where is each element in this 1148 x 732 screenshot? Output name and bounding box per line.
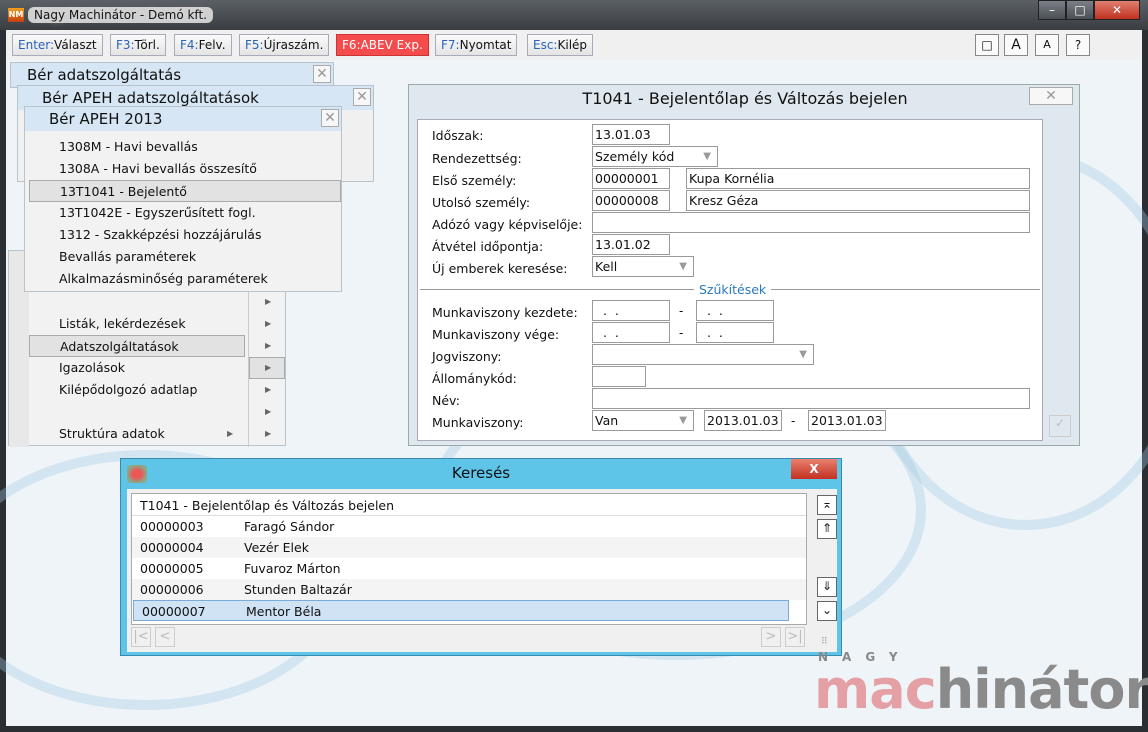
f4-add-button[interactable]: F4:Felv. xyxy=(174,34,232,56)
ok-check-button[interactable]: ✓ xyxy=(1049,415,1071,437)
first-page-button[interactable]: |< xyxy=(131,627,151,647)
menu-item-1312[interactable]: 1312 - Szakképzési hozzájárulás xyxy=(29,224,341,246)
scroll-page-up-button[interactable]: ⇑ xyxy=(817,519,837,539)
close-icon[interactable]: ✕ xyxy=(353,88,371,106)
window-mode-button[interactable]: □ xyxy=(975,34,999,56)
resize-grip-icon[interactable]: ⠿ xyxy=(821,637,828,647)
f7-print-button[interactable]: F7:Nyomtat xyxy=(435,34,518,56)
maximize-button[interactable]: □ xyxy=(1066,0,1094,20)
list-item[interactable]: 00000005 Fuvaroz Márton xyxy=(132,558,806,579)
minimize-button[interactable]: – xyxy=(1038,0,1066,20)
window-title: Nagy Machinátor - Demó kft. xyxy=(28,7,213,23)
chevron-right-icon: ▶ xyxy=(265,341,272,350)
toolbar: Enter:Választ F3:Törl. F4:Felv. F5:Újras… xyxy=(6,30,1142,60)
title-bar: NM Nagy Machinátor - Demó kft. – □ ✕ xyxy=(0,0,1148,30)
search-dialog: Keresés X T1041 - Bejelentőlap és Változ… xyxy=(120,458,842,656)
menu-item-lists[interactable]: Listák, lekérdezések xyxy=(9,313,247,335)
results-list: T1041 - Bejelentőlap és Változás bejelen… xyxy=(131,493,807,625)
chevron-right-icon: ▶ xyxy=(265,407,272,416)
client-area: Enter:Választ F3:Törl. F4:Felv. F5:Újras… xyxy=(0,30,1148,726)
form-window: T1041 - Bejelentőlap és Változás bejelen… xyxy=(408,84,1080,446)
esc-exit-button[interactable]: Esc:Kilép xyxy=(527,34,594,56)
chevron-right-icon: ▶ xyxy=(265,429,272,438)
font-smaller-button[interactable]: A xyxy=(1035,34,1059,56)
list-item[interactable]: 00000004 Vezér Elek xyxy=(132,537,806,558)
close-icon[interactable]: ✕ xyxy=(313,65,331,83)
close-button[interactable]: ✕ xyxy=(1094,0,1140,20)
list-item[interactable]: 00000006 Stunden Baltazár xyxy=(132,579,806,600)
prev-page-button[interactable]: < xyxy=(155,627,175,647)
menu-item-13t1042e[interactable]: 13T1042E - Egyszerűsített fogl. xyxy=(29,202,341,224)
scroll-top-button[interactable]: ⌅ xyxy=(817,495,837,515)
scroll-page-down-button[interactable]: ⇓ xyxy=(817,577,837,597)
last-page-button[interactable]: >| xyxy=(785,627,805,647)
chevron-right-icon: ▶ xyxy=(265,297,272,306)
menu-item-1308a[interactable]: 1308A - Havi bevallás összesítő xyxy=(29,158,341,180)
list-item[interactable]: 00000003 Faragó Sándor xyxy=(132,516,806,537)
next-page-button[interactable]: > xyxy=(761,627,781,647)
f5-recalc-button[interactable]: F5:Újraszám. xyxy=(239,34,330,56)
menu-item-leaving-employee[interactable]: Kilépődolgozó adatlap xyxy=(9,379,247,401)
close-icon[interactable]: ✕ xyxy=(321,109,339,127)
scroll-bottom-button[interactable]: ⌄ xyxy=(817,601,837,621)
enter-select-button[interactable]: Enter:Választ xyxy=(12,34,103,56)
menu-item-certificates[interactable]: Igazolások xyxy=(9,357,247,379)
menu-item-1308m[interactable]: 1308M - Havi bevallás xyxy=(29,136,341,158)
brand-logo: machinátor xyxy=(814,658,1148,721)
menu-panel-apeh-2013: Bér APEH 2013 ✕ 1308M - Havi bevallás 13… xyxy=(24,106,342,292)
search-title: Keresés xyxy=(451,464,511,482)
chevron-right-icon: ▶ xyxy=(265,319,272,328)
font-larger-button[interactable]: A xyxy=(1004,34,1028,56)
app-logo-icon: NM xyxy=(8,8,24,22)
f3-delete-button[interactable]: F3:Törl. xyxy=(110,34,166,56)
chevron-right-icon: ▶ xyxy=(265,385,272,394)
menu-item-structure[interactable]: Struktúra adatok xyxy=(9,423,247,445)
help-button[interactable]: ? xyxy=(1066,34,1090,56)
chevron-right-icon: ▶ xyxy=(265,363,272,372)
menu-item-data-services[interactable]: Adatszolgáltatások xyxy=(29,335,245,357)
f6-abev-export-button[interactable]: F6:ABEV Exp. xyxy=(336,34,429,56)
panel-title: Bér adatszolgáltatás xyxy=(11,63,333,87)
panel-title: Bér APEH 2013 xyxy=(25,107,341,131)
menu-item-bevallas-param[interactable]: Bevallás paraméterek xyxy=(29,246,341,268)
list-header: T1041 - Bejelentőlap és Változás bejelen xyxy=(140,498,395,513)
list-item-selected[interactable]: 00000007 Mentor Béla xyxy=(133,600,789,621)
form-title: T1041 - Bejelentőlap és Változás bejelen xyxy=(582,89,908,108)
menu-item-alkalmazas-param[interactable]: Alkalmazásminőség paraméterek xyxy=(29,268,341,290)
search-close-button[interactable]: X xyxy=(791,459,837,479)
chevron-right-icon: ▶ xyxy=(227,429,234,438)
menu-item-13t1041[interactable]: 13T1041 - Bejelentő xyxy=(29,180,341,202)
form-close-button[interactable]: ✕ xyxy=(1029,87,1073,105)
